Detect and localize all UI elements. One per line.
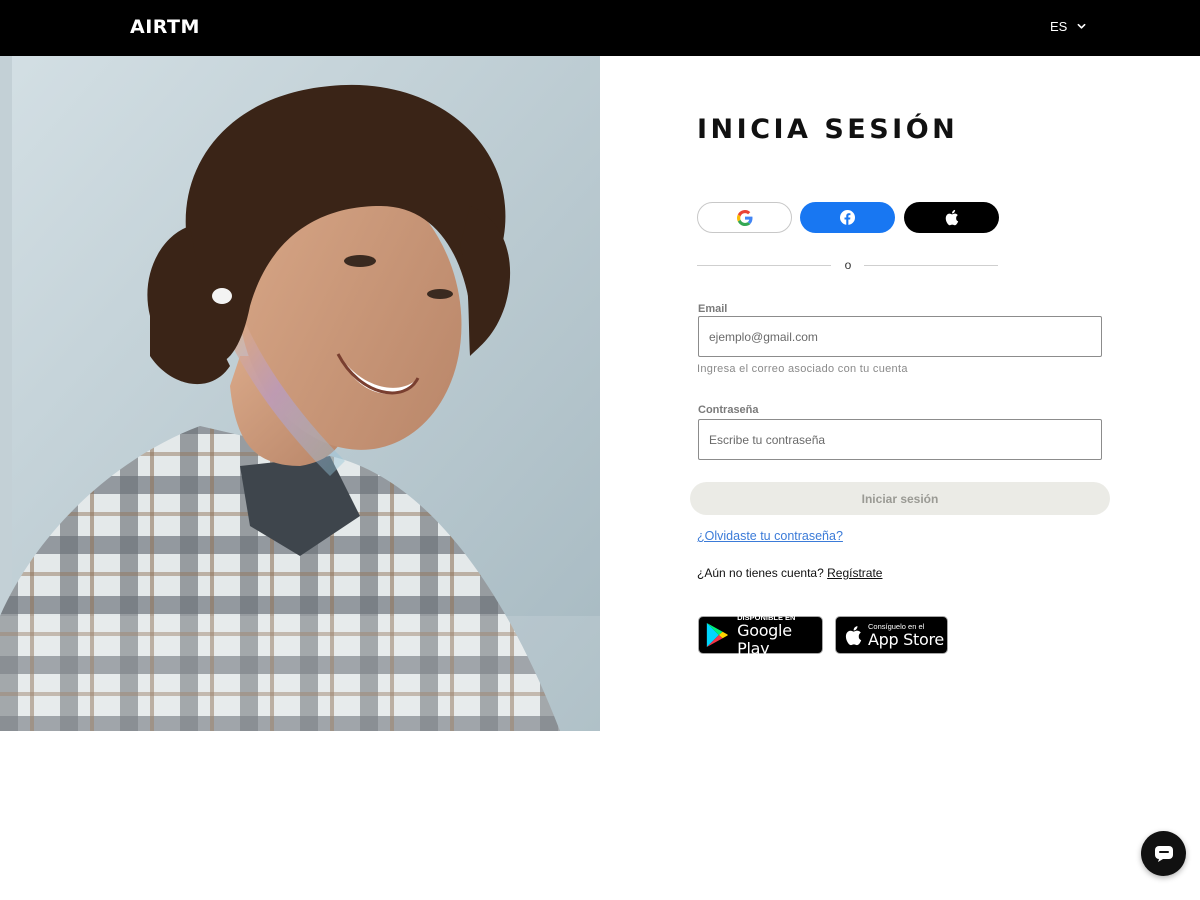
- email-label: Email: [698, 303, 728, 315]
- airtm-logo[interactable]: AIRTM: [130, 15, 200, 39]
- chevron-down-icon: [1077, 23, 1086, 29]
- apple-icon: [945, 209, 959, 226]
- login-submit-button[interactable]: Iniciar sesión: [690, 482, 1110, 515]
- app-store-big-text: App Store: [868, 629, 944, 649]
- divider-left: [697, 265, 831, 266]
- divider-right: [864, 265, 998, 266]
- hero-photo: [0, 56, 600, 731]
- google-play-badge[interactable]: DISPONIBLE EN Google Play: [698, 613, 823, 657]
- top-navigation-bar: AIRTM ES: [0, 0, 1200, 56]
- email-hint: Ingresa el correo asociado con tu cuenta: [697, 363, 908, 375]
- apple-login-button[interactable]: [904, 202, 999, 233]
- chat-bubble-icon: [1154, 845, 1173, 862]
- language-selector[interactable]: ES: [1050, 19, 1086, 34]
- forgot-password-link[interactable]: ¿Olvidaste tu contraseña?: [697, 529, 843, 543]
- logo-text: AIRTM: [130, 16, 200, 38]
- facebook-icon: [840, 210, 855, 225]
- signup-prompt: ¿Aún no tienes cuenta?: [697, 566, 824, 580]
- password-field[interactable]: [698, 419, 1102, 460]
- divider-or: o: [838, 258, 858, 272]
- apple-store-icon: [845, 625, 862, 645]
- person-illustration: [0, 56, 600, 731]
- google-play-big-text: Google Play: [737, 620, 792, 658]
- google-play-icon: [706, 622, 728, 648]
- password-label: Contraseña: [698, 404, 759, 416]
- google-icon: [736, 209, 752, 226]
- language-label: ES: [1050, 19, 1068, 34]
- page-title: INICIA SESIÓN: [697, 114, 959, 145]
- app-store-badge[interactable]: Consíguelo en el App Store: [835, 616, 948, 654]
- chat-widget-button[interactable]: [1141, 831, 1186, 876]
- signup-row: ¿Aún no tienes cuenta? Regístrate: [697, 566, 882, 580]
- email-field[interactable]: [698, 316, 1102, 357]
- signup-link[interactable]: Regístrate: [827, 566, 882, 580]
- facebook-login-button[interactable]: [800, 202, 895, 233]
- google-login-button[interactable]: [697, 202, 792, 233]
